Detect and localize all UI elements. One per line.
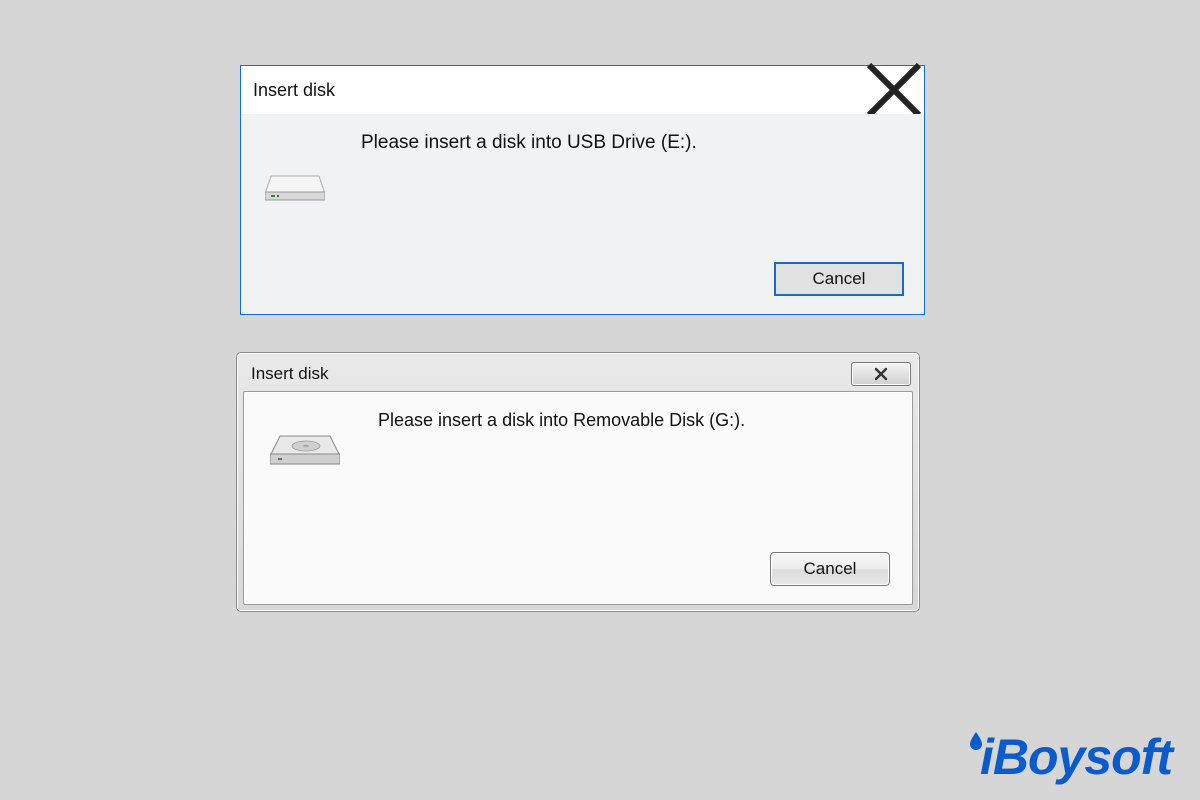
insert-disk-dialog-win7: Insert disk Please insert a disk into Re… [236,352,920,612]
cancel-label: Cancel [813,269,866,289]
watermark-logo: iBoysoft [970,728,1172,786]
titlebar[interactable]: Insert disk [241,66,924,114]
dialog-body: Please insert a disk into USB Drive (E:)… [241,114,924,314]
watermark-text: iBoysoft [980,728,1172,786]
dialog-message: Please insert a disk into Removable Disk… [378,410,745,431]
dialog-title: Insert disk [253,80,335,101]
dialog-body: Please insert a disk into Removable Disk… [243,391,913,605]
titlebar[interactable]: Insert disk [243,359,913,389]
close-button[interactable] [864,66,924,114]
drive-icon [270,428,340,472]
dialog-message: Please insert a disk into USB Drive (E:)… [361,132,697,154]
insert-disk-dialog-win10: Insert disk Please insert a disk into US… [240,65,925,315]
cancel-button[interactable]: Cancel [774,262,904,296]
close-icon [874,367,888,381]
cancel-label: Cancel [804,559,857,579]
drive-icon [265,162,325,202]
close-icon [864,60,924,120]
cancel-button[interactable]: Cancel [770,552,890,586]
close-button[interactable] [851,362,911,386]
dialog-title: Insert disk [251,364,328,384]
